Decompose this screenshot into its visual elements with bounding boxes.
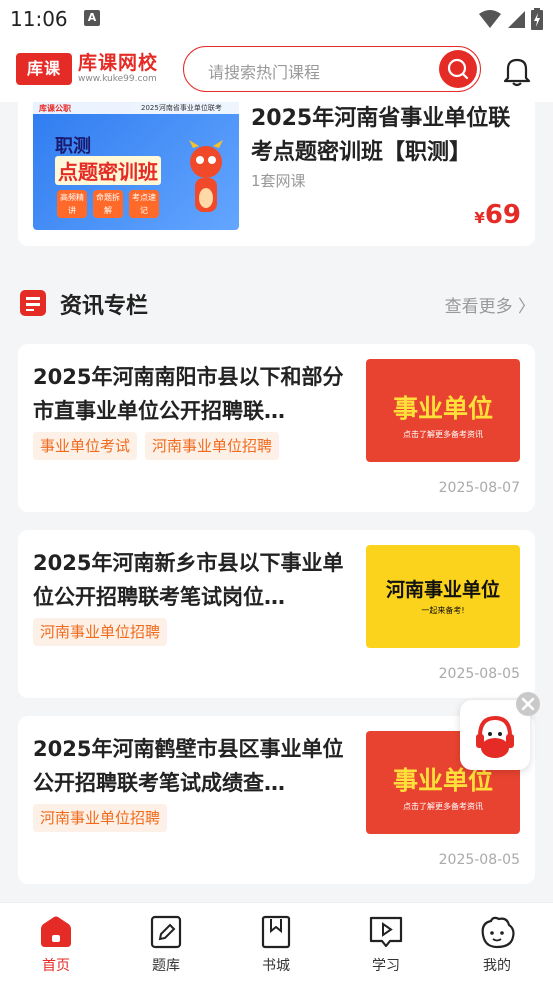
news-title: 2025年河南鹤壁市县区事业单位公开招聘联考笔试成绩查… bbox=[33, 737, 344, 795]
tab-label: 首页 bbox=[42, 958, 70, 974]
status-icons bbox=[479, 8, 543, 30]
news-item[interactable]: 2025年河南南阳市县以下和部分市直事业单位公开招聘联… 事业单位考试 河南事业… bbox=[18, 344, 535, 512]
news-date: 2025-08-07 bbox=[438, 480, 520, 496]
course-cover-image: 库课公职 2025河南省事业单位联考 职测 点题密训班 高频精讲 命题拆解 考点… bbox=[33, 102, 239, 230]
cover-pill: 命题拆解 bbox=[93, 190, 123, 218]
news-tags: 河南事业单位招聘 bbox=[33, 804, 168, 832]
news-date: 2025-08-05 bbox=[438, 852, 520, 868]
battery-icon bbox=[531, 8, 543, 30]
course-title: 2025年河南省事业单位联考点题密训班【职测】 bbox=[251, 106, 511, 165]
app-header: 库课 库课网校 www.kuke99.com 请搜索热门课程 bbox=[0, 38, 553, 102]
mascot-illustration bbox=[189, 140, 223, 212]
section-title: 资讯专栏 bbox=[60, 294, 149, 319]
tab-home[interactable]: 首页 bbox=[16, 915, 96, 975]
tab-bookstore[interactable]: 书城 bbox=[236, 915, 316, 975]
news-tag[interactable]: 河南事业单位招聘 bbox=[33, 618, 168, 646]
cover-subtitle: 2025河南省事业单位联考 bbox=[141, 104, 222, 112]
news-column-icon bbox=[20, 290, 46, 316]
bookmark-icon bbox=[261, 915, 291, 949]
signal-icon bbox=[508, 11, 525, 28]
tab-label: 书城 bbox=[262, 958, 290, 974]
logo-url: www.kuke99.com bbox=[78, 74, 157, 84]
course-card[interactable]: 库课公职 2025河南省事业单位联考 职测 点题密训班 高频精讲 命题拆解 考点… bbox=[18, 102, 535, 246]
cover-line2: 点题密训班 bbox=[55, 156, 161, 185]
search-input[interactable]: 请搜索热门课程 bbox=[183, 46, 481, 92]
status-time: 11:06 bbox=[10, 7, 68, 31]
cover-line1: 职测 bbox=[55, 136, 91, 157]
thumbnail-headline: 事业单位 bbox=[392, 394, 493, 423]
cover-pill: 考点速记 bbox=[129, 190, 159, 218]
news-title: 2025年河南南阳市县以下和部分市直事业单位公开招聘联… bbox=[33, 365, 344, 423]
search-icon bbox=[447, 58, 469, 80]
logo-name: 库课网校 bbox=[78, 52, 159, 74]
cover-brand: 库课公职 bbox=[39, 104, 71, 113]
brand-logo[interactable]: 库课 库课网校 www.kuke99.com bbox=[16, 52, 158, 85]
wifi-icon bbox=[479, 10, 501, 28]
tab-question-bank[interactable]: 题库 bbox=[126, 915, 206, 975]
news-tags: 事业单位考试 河南事业单位招聘 bbox=[33, 432, 280, 460]
news-thumbnail: 事业单位 点击了解更多备考资讯 bbox=[366, 359, 520, 462]
news-tag[interactable]: 事业单位考试 bbox=[33, 432, 138, 460]
course-count: 1套网课 bbox=[251, 172, 306, 190]
tab-label: 题库 bbox=[152, 958, 180, 974]
news-title: 2025年河南新乡市县以下事业单位公开招聘联考笔试岗位… bbox=[33, 551, 344, 609]
news-section-header: 资讯专栏 查看更多 〉 bbox=[18, 286, 535, 322]
search-placeholder: 请搜索热门课程 bbox=[208, 63, 321, 82]
bell-icon[interactable] bbox=[500, 54, 534, 88]
news-item[interactable]: 2025年河南新乡市县以下事业单位公开招聘联考笔试岗位… 河南事业单位招聘 河南… bbox=[18, 530, 535, 698]
close-icon[interactable] bbox=[516, 692, 540, 716]
thumbnail-caption: 点击了解更多备考资讯 bbox=[403, 430, 483, 439]
play-book-icon bbox=[369, 916, 403, 948]
profile-icon bbox=[481, 916, 515, 949]
status-bar: 11:06 A bbox=[0, 0, 553, 38]
search-button[interactable] bbox=[439, 50, 477, 88]
home-icon bbox=[41, 916, 71, 947]
news-tag[interactable]: 河南事业单位招聘 bbox=[145, 432, 280, 460]
news-item[interactable]: 2025年河南鹤壁市县区事业单位公开招聘联考笔试成绩查… 河南事业单位招聘 事业… bbox=[18, 716, 535, 884]
notification-a-icon: A bbox=[84, 10, 100, 26]
tab-label: 学习 bbox=[372, 958, 400, 974]
bottom-tab-bar: 首页 题库 书城 学习 我的 bbox=[0, 902, 553, 984]
tab-label: 我的 bbox=[483, 958, 511, 974]
news-thumbnail: 河南事业单位 一起来备考! bbox=[366, 545, 520, 648]
view-more-link[interactable]: 查看更多 〉 bbox=[445, 292, 535, 317]
tab-profile[interactable]: 我的 bbox=[457, 915, 537, 975]
edit-icon bbox=[150, 915, 182, 949]
thumbnail-caption: 一起来备考! bbox=[421, 606, 465, 615]
thumbnail-caption: 点击了解更多备考资讯 bbox=[403, 802, 483, 811]
thumbnail-headline: 河南事业单位 bbox=[385, 579, 500, 601]
news-date: 2025-08-05 bbox=[438, 666, 520, 682]
course-price: ¥69 bbox=[474, 200, 521, 230]
chevron-right-icon: 〉 bbox=[518, 297, 535, 317]
logo-mark: 库课 bbox=[16, 52, 72, 85]
tab-study[interactable]: 学习 bbox=[346, 915, 426, 975]
news-tags: 河南事业单位招聘 bbox=[33, 618, 168, 646]
news-tag[interactable]: 河南事业单位招聘 bbox=[33, 804, 168, 832]
cover-pill: 高频精讲 bbox=[57, 190, 87, 218]
